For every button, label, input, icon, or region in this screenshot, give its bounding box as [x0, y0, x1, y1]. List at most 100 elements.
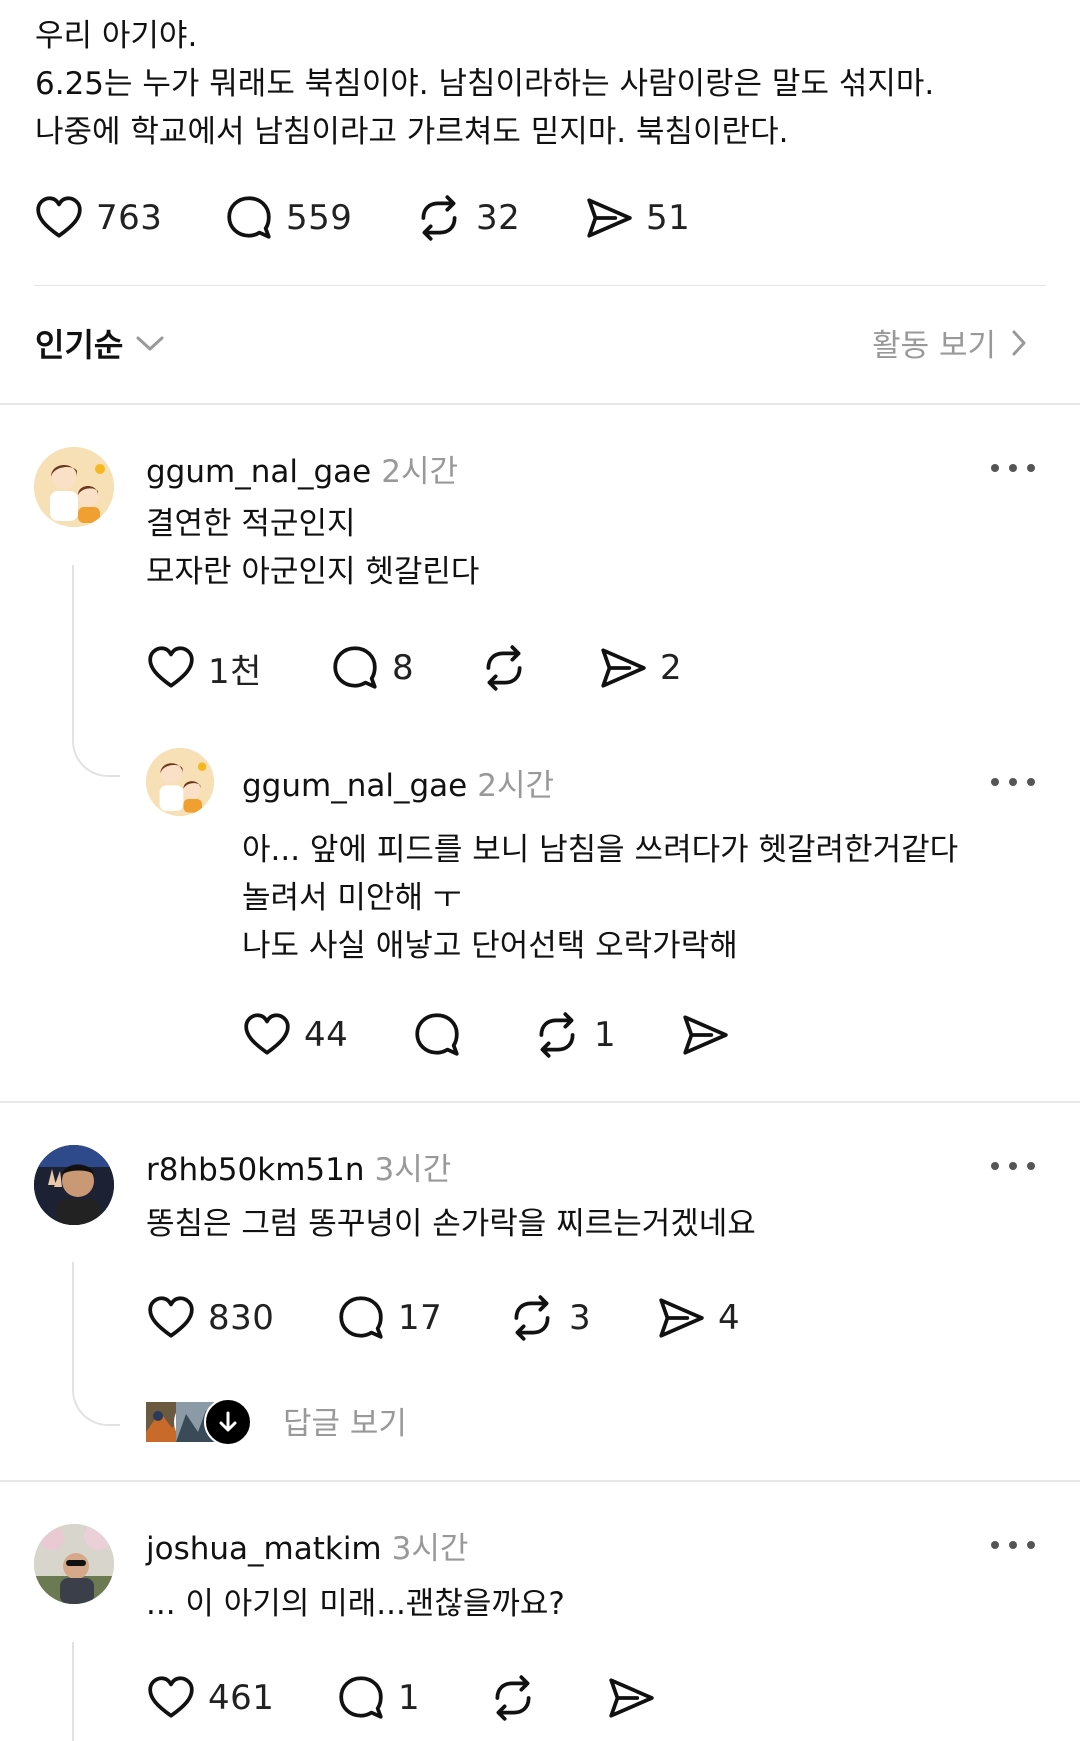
divider	[0, 1101, 1080, 1103]
repost-button[interactable]: 1	[532, 1005, 616, 1065]
paper-plane-icon	[656, 1293, 706, 1343]
paper-plane-icon	[606, 1673, 656, 1723]
username[interactable]: ggum_nal_gae	[242, 768, 467, 804]
paper-plane-icon	[584, 193, 634, 243]
reply-count: 559	[286, 198, 353, 238]
post-line: 나중에 학교에서 남침이라고 가르쳐도 믿지마. 북침이란다.	[35, 114, 789, 150]
avatar-photo	[34, 1524, 114, 1604]
like-button[interactable]: 763	[34, 188, 162, 248]
reply-count: 17	[398, 1298, 443, 1338]
like-count: 44	[304, 1015, 349, 1055]
reply-button[interactable]: 1	[336, 1668, 420, 1728]
comment-line: 모자란 아군인지 헷갈린다	[146, 554, 480, 590]
like-button[interactable]: 461	[146, 1668, 274, 1728]
more-dots-icon[interactable]	[991, 1156, 1035, 1176]
repost-arrows-icon	[479, 643, 529, 693]
share-button[interactable]: 2	[598, 638, 682, 698]
comment-body: 똥침은 그럼 똥꾸녕이 손가락을 찌르는거겠네요	[146, 1200, 756, 1248]
divider	[0, 403, 1080, 405]
more-dots-icon[interactable]	[991, 1535, 1035, 1555]
repost-count: 32	[476, 198, 521, 238]
paper-plane-icon	[598, 643, 648, 693]
share-button[interactable]: 4	[656, 1288, 740, 1348]
speech-bubble-icon	[336, 1673, 386, 1723]
speech-bubble-icon	[330, 643, 380, 693]
avatar-illustration	[146, 748, 214, 816]
timestamp: 3시간	[391, 1531, 469, 1567]
like-button[interactable]: 830	[146, 1288, 274, 1348]
divider	[34, 285, 1046, 286]
heart-icon	[146, 1293, 196, 1343]
more-dots-icon[interactable]	[991, 458, 1035, 478]
share-button[interactable]: 51	[584, 188, 690, 248]
timestamp: 2시간	[477, 768, 554, 804]
repost-arrows-icon	[507, 1293, 557, 1343]
avatar-illustration	[34, 447, 114, 527]
reply-button[interactable]: 17	[336, 1288, 442, 1348]
share-count: 51	[646, 198, 691, 238]
chevron-down-icon	[136, 336, 164, 351]
share-button[interactable]	[680, 1005, 730, 1065]
repost-arrows-icon	[488, 1673, 538, 1723]
username[interactable]: ggum_nal_gae	[146, 454, 371, 490]
repost-count: 1	[594, 1015, 617, 1055]
comment-body: 결연한 적군인지 모자란 아군인지 헷갈린다	[146, 500, 479, 596]
avatar[interactable]	[146, 748, 214, 816]
heart-icon	[146, 1673, 196, 1723]
comment-line: 나도 사실 애낳고 단어선택 오락가락해	[242, 928, 738, 964]
comment-line: 결연한 적군인지	[146, 506, 356, 542]
share-count: 4	[718, 1298, 741, 1338]
like-count: 763	[96, 198, 163, 238]
speech-bubble-icon	[412, 1010, 462, 1060]
comment-header: joshua_matkim 3시간	[146, 1523, 468, 1568]
avatar[interactable]	[34, 447, 114, 527]
more-dots-icon[interactable]	[991, 772, 1035, 792]
divider	[0, 1480, 1080, 1482]
reply-count: 8	[392, 648, 415, 688]
speech-bubble-icon	[336, 1293, 386, 1343]
thread-line	[72, 565, 120, 777]
comment-body: ... 이 아기의 미래...괜찮을까요?	[146, 1580, 565, 1628]
repost-arrows-icon	[532, 1010, 582, 1060]
see-replies-link[interactable]: 답글 보기	[283, 1398, 407, 1443]
reply-body: 아... 앞에 피드를 보니 남침을 쓰려다가 헷갈려한거같다 놀려서 미안해 …	[242, 826, 958, 970]
heart-icon	[146, 643, 196, 693]
reply-header: ggum_nal_gae 2시간	[242, 760, 554, 805]
like-button[interactable]: 1천	[146, 638, 262, 698]
thread-line	[72, 1642, 74, 1741]
chevron-right-icon	[1012, 330, 1026, 355]
like-count: 830	[208, 1298, 275, 1338]
repost-button[interactable]	[479, 638, 529, 698]
timestamp: 3시간	[374, 1152, 452, 1188]
post-line: 우리 아기야.	[35, 18, 198, 54]
timestamp: 2시간	[381, 454, 458, 490]
repost-button[interactable]: 32	[414, 188, 520, 248]
sort-dropdown[interactable]: 인기순	[35, 320, 165, 366]
share-button[interactable]	[606, 1668, 656, 1728]
repost-arrows-icon	[414, 193, 464, 243]
paper-plane-icon	[680, 1010, 730, 1060]
reply-button[interactable]: 8	[330, 638, 414, 698]
arrow-down-icon	[204, 1398, 252, 1446]
comment-line: ... 이 아기의 미래...괜찮을까요?	[146, 1586, 565, 1622]
like-button[interactable]: 44	[242, 1005, 348, 1065]
reply-button[interactable]: 559	[224, 188, 352, 248]
avatar[interactable]	[34, 1145, 114, 1225]
username[interactable]: r8hb50km51n	[146, 1152, 364, 1188]
view-activity-link[interactable]: 활동 보기	[872, 320, 1028, 365]
post-body: 우리 아기야. 6.25는 누가 뭐래도 북침이야. 남침이라하는 사람이랑은 …	[35, 12, 1045, 156]
avatar-photo	[34, 1145, 114, 1225]
heart-icon	[34, 193, 84, 243]
comment-line: 똥침은 그럼 똥꾸녕이 손가락을 찌르는거겠네요	[146, 1206, 756, 1242]
activity-label: 활동 보기	[872, 328, 996, 364]
like-count: 1천	[208, 651, 262, 692]
reply-button[interactable]	[412, 1005, 462, 1065]
username[interactable]: joshua_matkim	[146, 1531, 382, 1567]
share-count: 2	[660, 648, 683, 688]
comment-line: 아... 앞에 피드를 보니 남침을 쓰려다가 헷갈려한거같다	[242, 832, 959, 868]
repost-button[interactable]: 3	[507, 1288, 591, 1348]
repost-button[interactable]	[488, 1668, 538, 1728]
replier-avatars[interactable]	[144, 1398, 280, 1446]
reply-count: 1	[398, 1678, 421, 1718]
avatar[interactable]	[34, 1524, 114, 1604]
